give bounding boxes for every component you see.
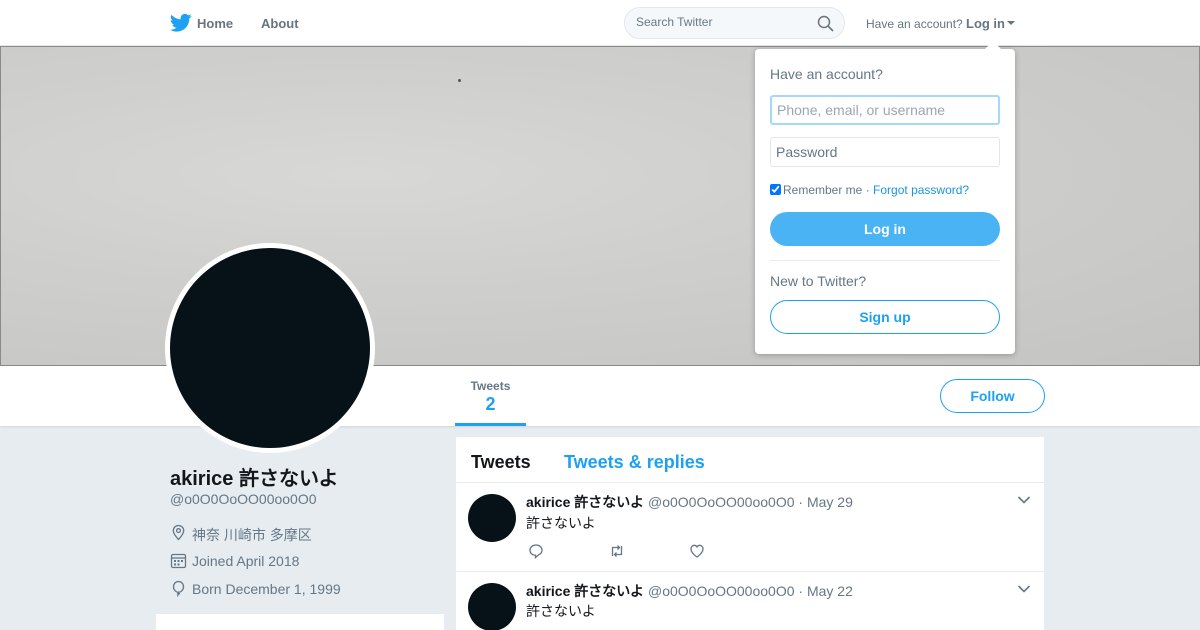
tweets-stat-label: Tweets: [470, 379, 511, 393]
timeline: Tweets Tweets & replies akirice 許さないよ @o0…: [456, 437, 1044, 630]
caret-down-icon[interactable]: [1007, 21, 1015, 25]
tweet-author-handle[interactable]: @o0O0OoOO00oo0O0: [648, 583, 795, 599]
tweet-date[interactable]: · May 29: [798, 494, 852, 510]
profile-handle[interactable]: @o0O0OoOO00oo0O0: [170, 491, 317, 507]
avatar[interactable]: [165, 243, 375, 453]
born-text: Born December 1, 1999: [192, 581, 341, 597]
location-pin-icon: [172, 524, 185, 541]
tweet-header: akirice 許さないよ @o0O0OoOO00oo0O0 · May 22: [526, 581, 853, 601]
location-text: 神奈 川崎市 多摩区: [192, 527, 312, 543]
new-to-twitter-text: New to Twitter?: [770, 273, 867, 289]
tweet-avatar[interactable]: [468, 494, 516, 542]
tweet-avatar[interactable]: [468, 583, 516, 630]
reply-icon[interactable]: [528, 543, 544, 559]
tweet-header: akirice 許さないよ @o0O0OoOO00oo0O0 · May 29: [526, 492, 853, 512]
dropdown-title: Have an account?: [770, 66, 883, 82]
signup-button[interactable]: Sign up: [770, 300, 1000, 334]
chevron-down-icon[interactable]: [1017, 584, 1031, 594]
dropdown-divider: [770, 260, 1000, 261]
search-icon[interactable]: [817, 15, 834, 32]
tweet-author-handle[interactable]: @o0O0OoOO00oo0O0: [648, 494, 795, 510]
remember-row: Remember me · Forgot password?: [770, 183, 969, 197]
profile-name[interactable]: akirice 許さないよ: [170, 462, 339, 491]
login-dropdown: Have an account? Remember me · Forgot pa…: [755, 41, 1015, 354]
tweet-author-name[interactable]: akirice 許さないよ: [526, 583, 644, 599]
follow-button[interactable]: Follow: [940, 379, 1045, 413]
tweets-stat[interactable]: Tweets 2: [455, 366, 526, 426]
sidebar-card: [156, 614, 444, 630]
tweet-date[interactable]: · May 22: [798, 583, 852, 599]
tweet-text: 許さないよ: [526, 515, 596, 531]
separator-dot: ·: [865, 183, 870, 197]
tweet[interactable]: akirice 許さないよ @o0O0OoOO00oo0O0 · May 22 許…: [456, 572, 1044, 630]
remember-me-checkbox[interactable]: [770, 184, 781, 195]
login-dropdown-toggle[interactable]: Log in: [966, 16, 1005, 31]
tweet-text: 許さないよ: [526, 603, 596, 619]
have-account-text: Have an account?: [866, 17, 963, 31]
timeline-tabs: Tweets Tweets & replies: [456, 437, 1044, 483]
joined-text: Joined April 2018: [192, 553, 300, 569]
nav-about-link[interactable]: About: [261, 16, 299, 31]
remember-me-label[interactable]: Remember me: [783, 183, 862, 197]
balloon-icon: [172, 580, 185, 597]
password-field[interactable]: [770, 137, 1000, 167]
banner-speck: [458, 79, 461, 82]
login-button[interactable]: Log in: [770, 212, 1000, 246]
search-box[interactable]: [624, 7, 845, 39]
nav-home-link[interactable]: Home: [197, 16, 233, 31]
tweet-author-name[interactable]: akirice 許さないよ: [526, 494, 644, 510]
tab-tweets-and-replies[interactable]: Tweets & replies: [564, 452, 705, 473]
chevron-down-icon[interactable]: [1017, 495, 1031, 505]
calendar-icon: [170, 553, 187, 569]
tweets-stat-value: 2: [485, 394, 496, 414]
twitter-bird-icon[interactable]: [170, 13, 192, 33]
username-field[interactable]: [770, 95, 1000, 125]
avatar-image: [170, 248, 370, 448]
heart-icon[interactable]: [689, 543, 705, 559]
tab-tweets[interactable]: Tweets: [471, 452, 531, 473]
dropdown-arrow: [985, 41, 1001, 49]
tweet[interactable]: akirice 許さないよ @o0O0OoOO00oo0O0 · May 29 許…: [456, 483, 1044, 572]
retweet-icon[interactable]: [609, 543, 625, 559]
search-input[interactable]: [636, 15, 806, 29]
forgot-password-link[interactable]: Forgot password?: [873, 183, 969, 197]
top-nav: Home About Have an account? Log in: [0, 0, 1200, 46]
